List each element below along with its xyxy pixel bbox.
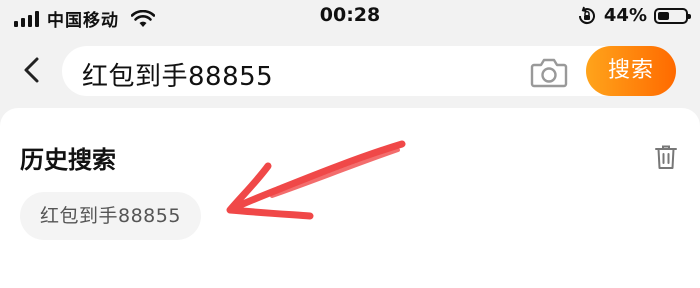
camera-icon[interactable] xyxy=(530,56,568,88)
trash-icon[interactable] xyxy=(654,144,678,170)
battery-icon xyxy=(654,7,691,24)
status-right: 44% xyxy=(577,5,691,26)
battery-level xyxy=(658,11,669,20)
back-chevron-icon[interactable] xyxy=(16,54,48,86)
rotation-lock-icon xyxy=(578,6,595,24)
search-query-text[interactable]: 红包到手88855 xyxy=(82,56,273,93)
search-input[interactable]: 红包到手88855 搜索 xyxy=(62,46,676,96)
search-button[interactable]: 搜索 xyxy=(586,46,676,96)
battery-percent: 44% xyxy=(603,5,647,26)
history-item[interactable]: 红包到手88855 xyxy=(20,192,201,240)
annotation-arrow xyxy=(226,140,406,220)
status-bar: 中国移动 00:28 44% xyxy=(0,0,700,34)
search-header: 红包到手88855 搜索 xyxy=(0,38,700,102)
history-title: 历史搜索 xyxy=(20,146,116,174)
